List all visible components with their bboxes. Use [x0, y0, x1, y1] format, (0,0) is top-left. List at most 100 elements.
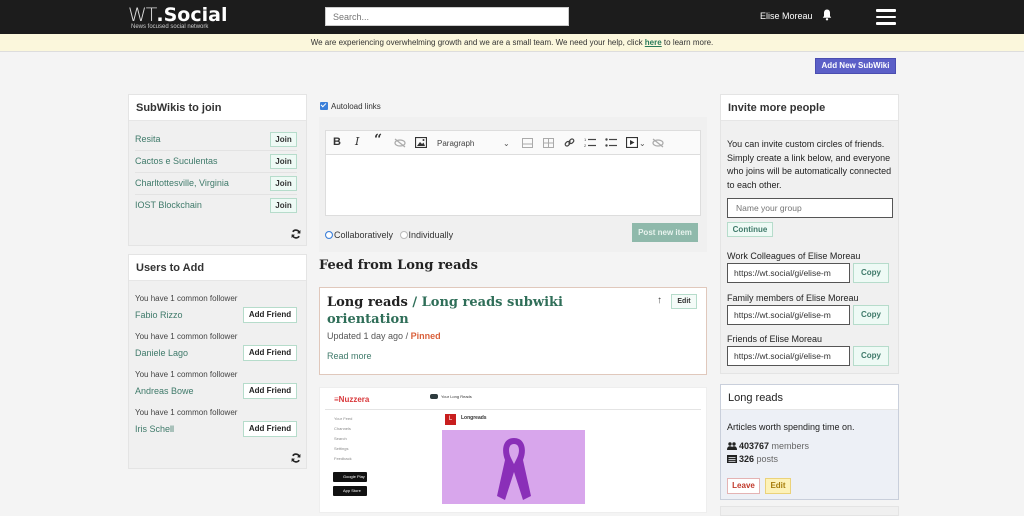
subwiki-info-title[interactable]: Long reads: [721, 385, 898, 410]
join-button[interactable]: Join: [270, 198, 297, 213]
search-input[interactable]: [325, 7, 569, 26]
feed-title: Feed from Long reads: [319, 258, 478, 273]
logo[interactable]: WT.Social News focused social network: [128, 4, 227, 30]
read-more-link[interactable]: Read more: [327, 351, 372, 361]
invite-link-label: Work Colleagues of Elise Moreau: [727, 251, 861, 261]
blockquote-icon[interactable]: “: [374, 133, 382, 147]
posts-label: posts: [754, 454, 779, 464]
bullet-list-icon[interactable]: [605, 137, 617, 148]
subwiki-description: Articles worth spending time on.: [727, 422, 855, 432]
refresh-icon[interactable]: [291, 229, 301, 239]
numbered-list-icon[interactable]: 12: [584, 137, 596, 148]
copy-button[interactable]: Copy: [853, 263, 889, 283]
copy-button[interactable]: Copy: [853, 346, 889, 366]
subwiki-row: Resita Join: [135, 129, 297, 151]
preview-header-text: Your Long Reads: [441, 394, 472, 399]
join-button[interactable]: Join: [270, 154, 297, 169]
editor-text-area[interactable]: [326, 155, 700, 216]
invite-link-field[interactable]: [727, 346, 850, 366]
users-icon: [727, 442, 737, 450]
radio-individually[interactable]: [399, 231, 408, 239]
subwiki-edit-button[interactable]: Edit: [765, 478, 791, 494]
post-title-separator: /: [407, 295, 422, 310]
editor-toolbar: B I “ Paragraph ⌄ 12 ⌄: [326, 131, 700, 155]
radio-individually-label[interactable]: Individually: [409, 230, 454, 240]
menu-icon[interactable]: [876, 9, 896, 25]
upvote-arrow-icon[interactable]: ↑: [657, 295, 662, 306]
hide-icon[interactable]: [394, 138, 406, 148]
svg-text:2: 2: [584, 143, 587, 148]
rich-text-editor: B I “ Paragraph ⌄ 12 ⌄: [325, 130, 701, 216]
add-friend-button[interactable]: Add Friend: [243, 345, 297, 361]
users-to-add-card: Users to Add You have 1 common follower …: [128, 254, 307, 469]
refresh-icon[interactable]: [291, 453, 301, 463]
radio-collaboratively[interactable]: [325, 231, 333, 239]
user-name[interactable]: Fabio Rizzo: [135, 310, 183, 320]
horizontal-line-icon[interactable]: [522, 138, 533, 148]
members-label: members: [769, 441, 810, 451]
preview-nav-item: Channels: [334, 426, 351, 431]
pinned-badge: Pinned: [410, 331, 441, 341]
invite-card: Invite more people You can invite custom…: [720, 94, 899, 374]
group-name-input[interactable]: [727, 198, 893, 218]
members-stat: 403767 members: [727, 441, 809, 451]
invite-link-label: Family members of Elise Moreau: [727, 293, 859, 303]
user-name-link[interactable]: Elise Moreau: [760, 11, 813, 21]
continue-button[interactable]: Continue: [727, 222, 773, 237]
subwiki-row: Charltottesville, Virginia Join: [135, 173, 297, 195]
subwiki-name[interactable]: Cactos e Suculentas: [135, 156, 218, 166]
notice-text: We are experiencing overwhelming growth …: [310, 38, 645, 47]
table-icon[interactable]: [543, 138, 554, 148]
add-friend-button[interactable]: Add Friend: [243, 307, 297, 323]
italic-icon[interactable]: I: [355, 136, 359, 148]
hide-icon[interactable]: [652, 138, 664, 148]
common-follower-text: You have 1 common follower: [135, 294, 238, 303]
subwiki-name[interactable]: IOST Blockchain: [135, 200, 202, 210]
post-edit-button[interactable]: Edit: [671, 294, 697, 309]
user-suggestion: You have 1 common follower Daniele Lago …: [135, 332, 297, 370]
add-new-subwiki-button[interactable]: Add New SubWiki: [815, 58, 896, 74]
add-friend-button[interactable]: Add Friend: [243, 421, 297, 437]
chevron-down-icon[interactable]: ⌄: [503, 138, 510, 150]
radio-collaboratively-label[interactable]: Collaboratively: [334, 230, 393, 240]
subwiki-row: Cactos e Suculentas Join: [135, 151, 297, 173]
newspaper-icon: [727, 455, 737, 463]
autoload-links-checkbox[interactable]: Autoload links: [320, 102, 381, 111]
google-play-badge: Google Play: [333, 472, 367, 482]
user-name[interactable]: Andreas Bowe: [135, 386, 194, 396]
chevron-down-icon[interactable]: ⌄: [639, 138, 646, 150]
posts-stat: 326 posts: [727, 454, 778, 464]
awareness-ribbon-icon: [496, 438, 531, 500]
join-button[interactable]: Join: [270, 176, 297, 191]
users-title: Users to Add: [129, 255, 306, 281]
post-new-item-button[interactable]: Post new item: [632, 223, 698, 242]
preview-divider: [325, 409, 701, 410]
subwikis-card: SubWikis to join Resita Join Cactos e Su…: [128, 94, 307, 246]
feed-post: Long reads / Long reads subwiki orientat…: [319, 287, 707, 375]
autoload-label: Autoload links: [331, 102, 381, 111]
media-embed-icon[interactable]: [626, 137, 638, 148]
image-icon[interactable]: [415, 137, 427, 148]
join-button[interactable]: Join: [270, 132, 297, 147]
invite-link-field[interactable]: [727, 263, 850, 283]
bell-icon[interactable]: [822, 9, 832, 21]
leave-button[interactable]: Leave: [727, 478, 760, 494]
link-preview-image[interactable]: ≡Nuzzera Your Long Reads Your Feed Chann…: [319, 387, 707, 513]
user-suggestion: You have 1 common follower Iris Schell A…: [135, 408, 297, 446]
checkbox-checked-icon[interactable]: [320, 102, 328, 110]
paragraph-select[interactable]: Paragraph: [437, 138, 474, 150]
notice-banner: We are experiencing overwhelming growth …: [0, 34, 1024, 52]
common-follower-text: You have 1 common follower: [135, 370, 238, 379]
user-name[interactable]: Iris Schell: [135, 424, 174, 434]
logo-wt: WT: [128, 4, 157, 26]
bold-icon[interactable]: B: [333, 136, 341, 148]
subwiki-name[interactable]: Resita: [135, 134, 161, 144]
link-icon[interactable]: [564, 137, 575, 148]
notice-link[interactable]: here: [645, 38, 662, 47]
user-name[interactable]: Daniele Lago: [135, 348, 188, 358]
copy-button[interactable]: Copy: [853, 305, 889, 325]
add-friend-button[interactable]: Add Friend: [243, 383, 297, 399]
subwiki-name[interactable]: Charltottesville, Virginia: [135, 178, 229, 188]
invite-link-field[interactable]: [727, 305, 850, 325]
post-subwiki-link[interactable]: Long reads: [327, 295, 408, 310]
